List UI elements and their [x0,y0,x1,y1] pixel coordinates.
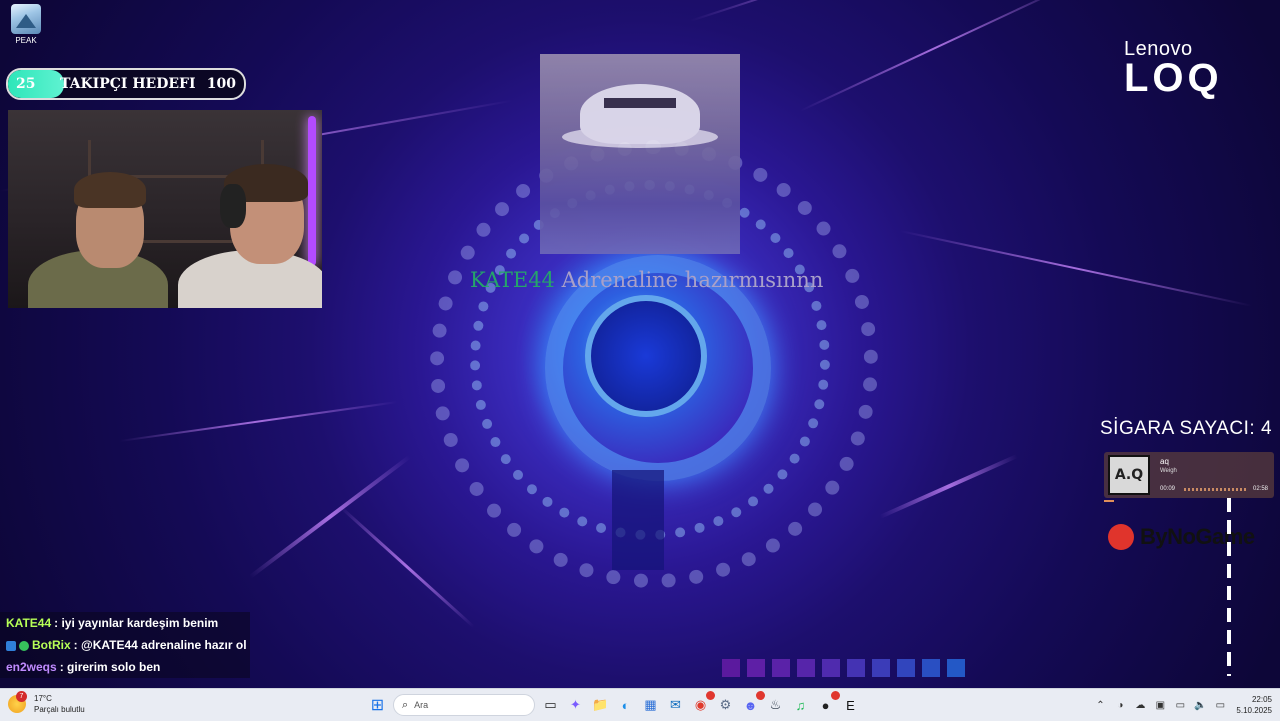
decorative-square [922,659,940,677]
decorative-square [722,659,740,677]
desktop-shortcut-label: PEAK [15,36,37,45]
chat-username: BotRix [32,638,71,652]
taskbar: 7 17°C Parçalı bulutlu ⊞ ⌕ Ara ▭ ✦ 📁 ◐ ▦ ✉ ◉ ⚙… [0,688,1280,721]
epic-games-icon[interactable]: E [839,693,863,717]
portal-arm [612,470,664,570]
smoke-counter: SİGARA SAYACI: 4 [1100,418,1273,439]
weather-desc: Parçalı bulutlu [34,705,85,714]
sponsor-name: ByNoGame [1140,524,1255,549]
wallpaper-line [248,455,411,579]
webcam-overlay [8,110,322,308]
weather-widget[interactable]: 7 17°C Parçalı bulutlu [8,691,85,715]
donation-caption-name: KATE44 [470,268,555,292]
start-button[interactable]: ⊞ [366,693,390,717]
search-icon: ⌕ [402,698,409,711]
hat-icon [580,84,700,144]
donation-caption: KATE44 Adrenaline hazırmısınnn [470,268,823,292]
edge-icon[interactable]: ◐ [614,693,638,717]
system-tray: ⌃ ◑ ☁ ▣ ▭ 🔈 ▭ 22:05 5.10.2025 [1090,691,1272,719]
copilot-icon[interactable]: ✦ [564,693,588,717]
brand-line2: LOQ [1124,56,1223,100]
decorative-vertical-line [1227,498,1231,676]
weather-notification-badge: 7 [16,691,27,702]
donation-caption-message: Adrenaline hazırmısınnn [561,268,824,292]
chat-username: KATE44 [6,616,52,630]
decorative-square [822,659,840,677]
desktop-shortcut-peak[interactable]: PEAK [6,4,46,45]
clock-date: 5.10.2025 [1236,706,1272,715]
store-icon[interactable]: ▦ [639,693,663,717]
track-title: aq [1160,457,1169,466]
follower-goal-current: 25 [16,76,36,92]
bot-badge-icon [6,640,16,651]
decorative-square [947,659,965,677]
volume-icon[interactable]: 🔈 [1190,691,1210,719]
sponsor-mark-icon [1108,524,1134,550]
taskbar-center: ⊞ ⌕ Ara ▭ ✦ 📁 ◐ ▦ ✉ ◉ ⚙ ☻ ♨ ♫ ● E [365,691,863,717]
chat-message: en2weqs: girerim solo ben [0,656,250,678]
chat-text: : iyi yayınlar kardeşim benim [54,616,219,630]
album-cover: A.Q [1108,455,1150,495]
weather-temp: 17°C [34,694,52,703]
track-total: 02:58 [1252,486,1268,492]
monitor-icon[interactable]: ▭ [1170,691,1190,719]
decorative-square [747,659,765,677]
wallpaper-line [689,0,1033,22]
tray-network-icon[interactable]: ☁ [1130,691,1150,719]
tray-app-icon[interactable]: ▣ [1150,691,1170,719]
verified-badge-icon [19,640,29,651]
taskbar-search[interactable]: ⌕ Ara [393,694,535,716]
sponsor-logo: ByNoGame [1108,524,1255,550]
spotify-icon[interactable]: ♫ [789,693,813,717]
wallpaper-line [119,401,398,442]
peak-app-icon [11,4,41,34]
donation-image-overlay [540,54,740,254]
decorative-square [872,659,890,677]
outlook-icon[interactable]: ✉ [664,693,688,717]
track-artist: Weigh [1160,468,1177,474]
portal-core [585,295,707,417]
settings-icon[interactable]: ⚙ [714,693,738,717]
decorative-square [772,659,790,677]
chat-username: en2weqs [6,660,57,674]
track-waveform [1184,488,1248,491]
tray-color-icon[interactable]: ◑ [1110,691,1130,719]
battery-icon[interactable]: ▭ [1210,691,1230,719]
chat-overlay: KATE44: iyi yayınlar kardeşim benim BotR… [0,612,250,678]
pinned-apps: ✦ 📁 ◐ ▦ ✉ ◉ ⚙ ☻ ♨ ♫ ● E [563,691,863,717]
follower-goal-target: 100 [206,76,236,92]
wallpaper-line [799,0,1073,112]
follower-goal-widget: 25 TAKIPÇI HEDEFI 100 [6,68,246,100]
clock-time: 22:05 [1251,695,1272,704]
decorative-square [897,659,915,677]
tray-overflow-chevron-icon[interactable]: ⌃ [1090,691,1110,719]
decorative-squares [722,659,972,677]
discord-icon[interactable]: ☻ [739,691,765,717]
wallpaper-line [899,230,1253,307]
search-placeholder: Ara [414,700,429,710]
decorative-square [797,659,815,677]
weather-sun-icon: 7 [8,691,27,713]
chat-text: : girerim solo ben [59,660,161,674]
track-elapsed: 00:09 [1160,486,1176,492]
now-playing-widget: A.Q aq Weigh 00:09 02:58 [1104,452,1274,502]
wallpaper-line [338,505,475,629]
task-view-button[interactable]: ▭ [539,693,563,717]
chat-text: : @KATE44 adrenaline hazır ol [73,638,247,652]
taskbar-clock[interactable]: 22:05 5.10.2025 [1236,694,1272,716]
chat-message: BotRix: @KATE44 adrenaline hazır ol [0,634,250,656]
track-progress-bar [1104,500,1114,502]
obs-icon[interactable]: ● [814,691,840,717]
chrome-icon[interactable]: ◉ [689,691,715,717]
chat-message: KATE44: iyi yayınlar kardeşim benim [0,612,250,634]
follower-goal-label: TAKIPÇI HEDEFI [60,76,196,92]
webcam-neon-light [308,116,316,266]
decorative-square [847,659,865,677]
headphones-icon [220,184,246,228]
streamer-left-hair [74,172,146,208]
file-explorer-icon[interactable]: 📁 [589,693,613,717]
steam-icon[interactable]: ♨ [764,693,788,717]
lenovo-loq-logo: Lenovo LOQ [1124,38,1223,100]
wallpaper-line [879,454,1018,519]
